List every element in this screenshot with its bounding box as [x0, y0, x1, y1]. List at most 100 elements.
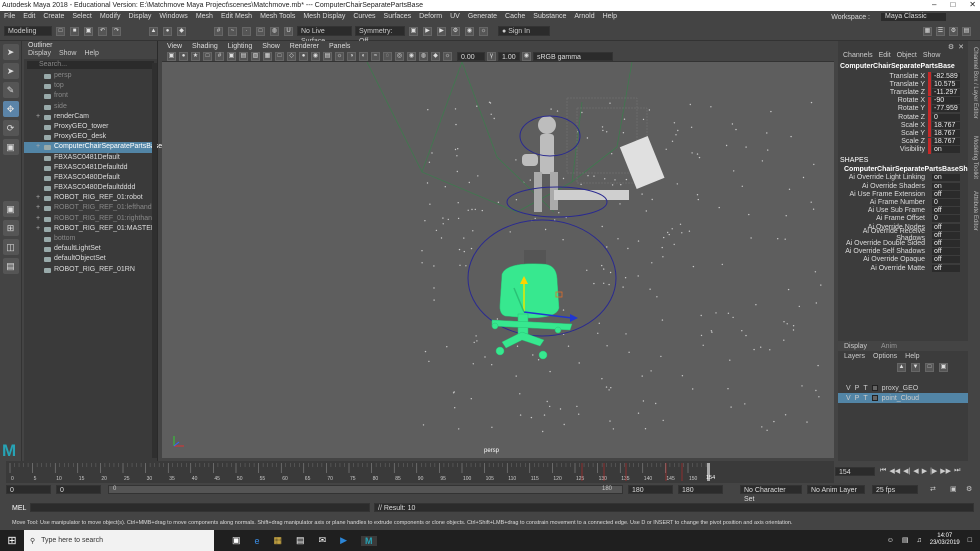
tab-channel-box-layer-editor[interactable]: Channel Box / Layer Editor: [972, 47, 978, 119]
select-camera-icon[interactable]: ▣: [167, 51, 176, 61]
redo-icon[interactable]: ↷: [112, 26, 121, 36]
channel-name[interactable]: Ai Override Self Shadows: [838, 248, 928, 255]
perspective-viewport[interactable]: persp: [162, 62, 834, 458]
menu-create[interactable]: Create: [43, 13, 64, 20]
mail-icon[interactable]: ✉: [319, 535, 327, 546]
outliner-item[interactable]: + ROBOT_RIG_REF_01:righthand: [24, 214, 157, 224]
channel-row[interactable]: Ai Use Sub Frame off: [838, 207, 968, 215]
step-back-key-icon[interactable]: ◀◀: [889, 467, 900, 475]
outliner-item[interactable]: + ROBOT_RIG_REF_01:robot: [24, 193, 157, 203]
step-back-icon[interactable]: ◀|: [903, 467, 910, 475]
motion-blur-icon[interactable]: ≈: [371, 51, 380, 61]
menu-arnold[interactable]: Arnold: [574, 13, 594, 20]
expand-icon[interactable]: +: [36, 214, 40, 224]
image-plane-icon[interactable]: □: [203, 51, 212, 61]
outliner-menu-help[interactable]: Help: [84, 50, 98, 59]
edge-icon[interactable]: e: [255, 536, 260, 546]
channel-row[interactable]: Ai Override Receive Shadows off: [838, 228, 968, 242]
playback-start-field[interactable]: 0: [56, 485, 101, 494]
range-bar[interactable]: 0 180: [108, 485, 623, 494]
expand-icon[interactable]: +: [36, 203, 40, 213]
modeling-toolkit-toggle-icon[interactable]: ▦: [923, 26, 932, 36]
channel-value-field[interactable]: off: [932, 256, 960, 264]
move-layer-down-icon[interactable]: ▼: [911, 362, 920, 372]
color-management-icon[interactable]: ◉: [522, 51, 531, 61]
channel-row[interactable]: Translate Z -11.297: [838, 88, 968, 97]
open-scene-icon[interactable]: ■: [70, 26, 79, 36]
channel-value-field[interactable]: 18.767: [932, 138, 960, 146]
render-view-icon[interactable]: ▣: [409, 26, 418, 36]
channel-value-field[interactable]: off: [932, 231, 960, 239]
menu-file[interactable]: File: [4, 13, 15, 20]
time-ruler[interactable]: 0 5 10 15 20 25 30 35 40 45 50 55 60 65 70 75 80 85 90 95 10…: [6, 461, 841, 483]
layers-tab-anim[interactable]: Anim: [881, 343, 897, 350]
channel-row[interactable]: Visibility on: [838, 145, 968, 154]
outliner-item[interactable]: + ROBOT_RIG_REF_01:MASTER: [24, 224, 157, 234]
channel-name[interactable]: Translate Z: [838, 89, 928, 96]
close-icon[interactable]: ✕: [969, 0, 976, 9]
media-player-icon[interactable]: ▶: [340, 535, 347, 546]
menu-deform[interactable]: Deform: [419, 13, 442, 20]
expand-icon[interactable]: +: [36, 224, 40, 234]
resolution-gate-icon[interactable]: ▤: [239, 51, 248, 61]
new-layer-selected-icon[interactable]: ▣: [939, 362, 948, 372]
channel-value-field[interactable]: -11.297: [932, 88, 960, 96]
channel-name[interactable]: Rotate Z: [838, 114, 928, 121]
outliner-layout-icon[interactable]: ▤: [2, 258, 19, 274]
anim-layer-dropdown[interactable]: No Anim Layer: [807, 485, 865, 494]
menu-windows[interactable]: Windows: [159, 13, 187, 20]
menu-set-dropdown[interactable]: Modeling: [4, 26, 52, 36]
channel-value-field[interactable]: on: [932, 146, 960, 154]
task-view-icon[interactable]: ▣: [232, 535, 241, 546]
layer-color-swatch[interactable]: [871, 395, 878, 401]
layer-name[interactable]: proxy_GEO: [882, 385, 919, 392]
snap-curve-icon[interactable]: ~: [228, 26, 237, 36]
layer-flag-v[interactable]: V: [846, 385, 851, 392]
gate-mask-icon[interactable]: ▧: [251, 51, 260, 61]
people-icon[interactable]: ☺: [887, 537, 894, 544]
channel-row[interactable]: Scale Y 18.767: [838, 129, 968, 138]
outliner-item[interactable]: side: [24, 102, 157, 112]
expand-icon[interactable]: +: [36, 142, 40, 152]
move-icon[interactable]: ✥: [2, 101, 19, 117]
menu-substance[interactable]: Substance: [533, 13, 566, 20]
lasso-icon[interactable]: ➤: [2, 63, 19, 79]
ambient-occlusion-icon[interactable]: ◐: [359, 51, 368, 61]
channel-row[interactable]: Ai Frame Offset 0: [838, 215, 968, 223]
fps-dropdown[interactable]: 25 fps: [872, 485, 918, 494]
select-object-icon[interactable]: ●: [163, 26, 172, 36]
outliner-item[interactable]: ProxyGEO_desk: [24, 132, 157, 142]
menu-curves[interactable]: Curves: [353, 13, 375, 20]
film-gate-icon[interactable]: ▣: [227, 51, 236, 61]
layer-row[interactable]: V P Tproxy_GEO: [838, 383, 968, 393]
layers-tab-display[interactable]: Display: [844, 343, 867, 350]
gamma-icon[interactable]: γ: [487, 51, 496, 61]
side-by-side-layout-icon[interactable]: ◫: [2, 239, 19, 255]
textured-icon[interactable]: ▤: [323, 51, 332, 61]
layer-flag-t[interactable]: T: [863, 385, 867, 392]
layer-name[interactable]: point_Cloud: [882, 395, 919, 402]
channel-row[interactable]: Ai Override Matte off: [838, 264, 968, 272]
minimize-icon[interactable]: –: [932, 0, 936, 9]
menu-edit-mesh[interactable]: Edit Mesh: [221, 13, 252, 20]
channel-value-field[interactable]: off: [932, 190, 960, 198]
channel-row[interactable]: Rotate Y -77.959: [838, 104, 968, 113]
taskbar-search[interactable]: ⚲ Type here to search: [24, 530, 214, 551]
vp-menu-renderer[interactable]: Renderer: [290, 43, 319, 50]
new-empty-layer-icon[interactable]: □: [925, 362, 934, 372]
anim-prefs-icon[interactable]: ⚙: [966, 485, 972, 493]
tab-attribute-editor[interactable]: Attribute Editor: [972, 191, 978, 231]
cb-menu-channels[interactable]: Channels: [843, 52, 873, 62]
end-time-field[interactable]: 180: [678, 485, 723, 494]
outliner-item[interactable]: defaultObjectSet: [24, 254, 157, 264]
undo-icon[interactable]: ↶: [98, 26, 107, 36]
vp-menu-view[interactable]: View: [167, 43, 182, 50]
playback-end-field[interactable]: 180: [628, 485, 673, 494]
outliner-search-input[interactable]: Search...: [27, 61, 154, 69]
menu-generate[interactable]: Generate: [468, 13, 497, 20]
rotate-icon[interactable]: ⟳: [2, 120, 19, 136]
channel-row[interactable]: Translate Y 10.575: [838, 80, 968, 89]
menu-modify[interactable]: Modify: [100, 13, 121, 20]
lights-icon[interactable]: ☼: [335, 51, 344, 61]
store-icon[interactable]: ▤: [296, 535, 305, 546]
